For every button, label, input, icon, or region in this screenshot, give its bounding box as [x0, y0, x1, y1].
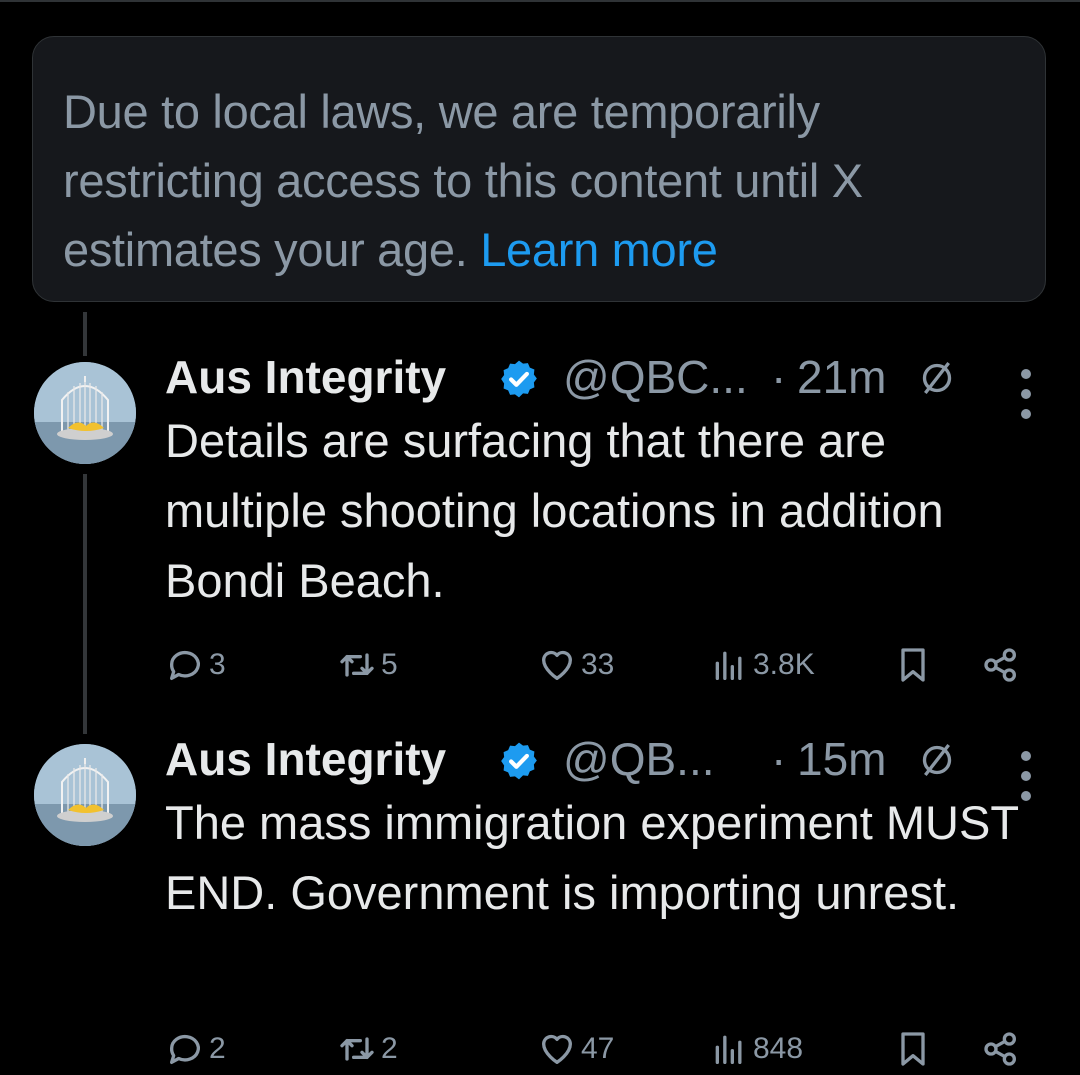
repost-count: 5: [381, 648, 398, 681]
top-divider: [0, 0, 1080, 2]
timestamp[interactable]: 15m: [797, 732, 886, 786]
reply-count: 2: [209, 1032, 226, 1065]
replies-restricted-icon: [922, 361, 952, 395]
bookmark-button[interactable]: [893, 640, 933, 690]
tweet-actions: 3 5 33 3.8K: [165, 640, 1035, 690]
like-icon: [542, 650, 572, 680]
timestamp[interactable]: 21m: [797, 350, 886, 404]
bookmark-icon: [901, 648, 925, 682]
share-button[interactable]: [981, 1024, 1021, 1074]
share-icon: [984, 1032, 1016, 1066]
view-count: 848: [753, 1032, 804, 1065]
author-name[interactable]: Aus Integrity: [165, 732, 446, 786]
like-count: 47: [581, 1032, 615, 1065]
tweet[interactable]: Aus Integrity @QBC... · 21m Details are …: [0, 350, 1080, 690]
views-button[interactable]: 3.8K: [709, 640, 815, 690]
tweet-text: Details are surfacing that there are mul…: [165, 414, 944, 607]
separator: ·: [771, 733, 787, 785]
tweet[interactable]: Aus Integrity @QB... · 15m The mass immi…: [0, 732, 1080, 1075]
reply-count: 3: [209, 648, 226, 681]
author-handle[interactable]: @QBC...: [563, 350, 748, 404]
repost-icon: [340, 1037, 374, 1061]
author-name[interactable]: Aus Integrity: [165, 350, 446, 404]
separator: ·: [771, 351, 787, 403]
bookmark-icon: [901, 1032, 925, 1066]
like-button[interactable]: 47: [537, 1024, 614, 1074]
avatar[interactable]: [34, 744, 136, 846]
like-button[interactable]: 33: [537, 640, 614, 690]
repost-icon: [340, 653, 374, 677]
views-icon: [715, 1035, 742, 1064]
tweet-text: The mass immigration experiment MUST END…: [165, 796, 1019, 919]
share-icon: [984, 648, 1016, 682]
author-handle[interactable]: @QB...: [563, 732, 715, 786]
learn-more-link[interactable]: Learn more: [480, 223, 718, 276]
age-restriction-notice: Due to local laws, we are temporarily re…: [32, 36, 1046, 302]
birdcage-avatar-image: [34, 744, 136, 846]
tweet-actions: 2 2 47 848: [165, 1024, 1035, 1074]
reply-button[interactable]: 3: [165, 640, 226, 690]
replies-restricted-icon: [922, 743, 952, 777]
like-icon: [542, 1034, 572, 1064]
share-button[interactable]: [981, 640, 1021, 690]
views-icon: [715, 651, 742, 680]
notice-text: Due to local laws, we are temporarily re…: [63, 85, 863, 276]
repost-button[interactable]: 5: [337, 640, 398, 690]
avatar[interactable]: [34, 362, 136, 464]
birdcage-avatar-image: [34, 362, 136, 464]
like-count: 33: [581, 648, 615, 681]
repost-count: 2: [381, 1032, 398, 1065]
bookmark-button[interactable]: [893, 1024, 933, 1074]
verified-badge-icon: [501, 360, 537, 398]
repost-button[interactable]: 2: [337, 1024, 398, 1074]
views-button[interactable]: 848: [709, 1024, 803, 1074]
view-count: 3.8K: [753, 648, 815, 681]
reply-icon: [169, 650, 200, 680]
verified-badge-icon: [501, 742, 537, 780]
reply-button[interactable]: 2: [165, 1024, 226, 1074]
reply-icon: [169, 1034, 200, 1064]
